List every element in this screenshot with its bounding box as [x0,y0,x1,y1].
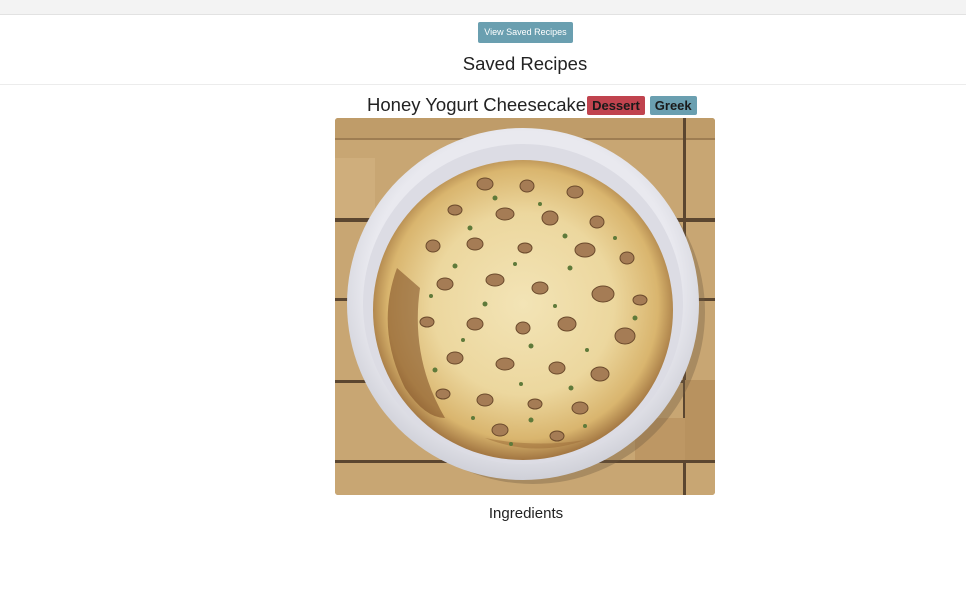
recipe-title: Honey Yogurt Cheesecake [367,94,587,115]
page-title: Saved Recipes [462,53,588,74]
tag-dessert: Dessert [587,95,645,115]
recipe-photo [335,118,715,495]
cheesecake-image [335,118,715,495]
recipe-header: Honey Yogurt Cheesecake Dessert Greek [367,93,697,117]
ingredients-heading: Ingredients [488,505,564,522]
divider [0,84,966,85]
top-bar [0,0,966,15]
tag-greek: Greek [649,95,697,115]
view-saved-recipes-button[interactable]: View Saved Recipes [478,22,573,43]
